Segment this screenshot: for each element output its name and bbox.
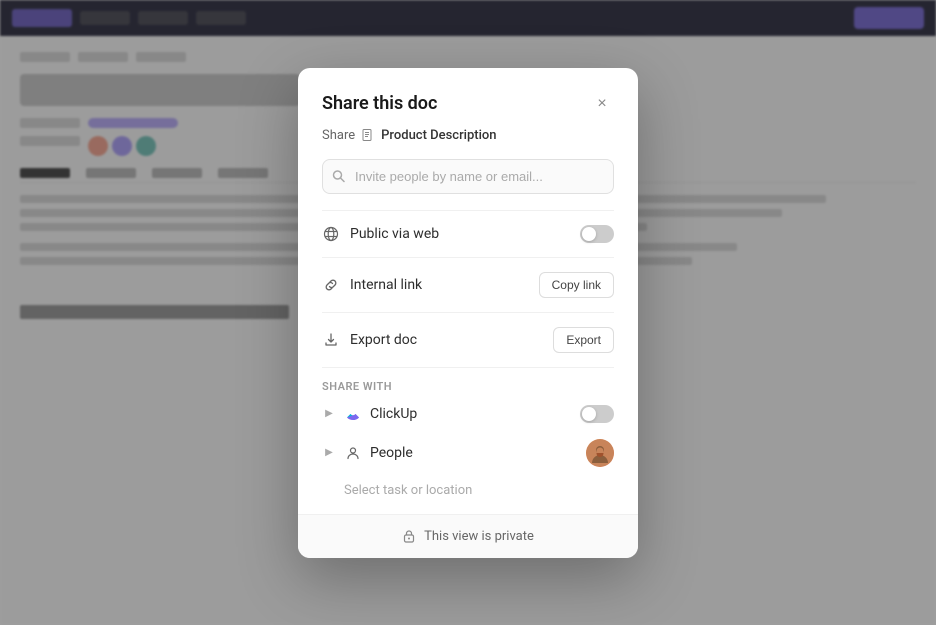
share-prefix: Share [322,128,355,143]
public-via-web-label: Public via web [350,226,570,242]
export-icon [322,331,340,349]
people-icon [344,444,362,462]
people-expand-icon[interactable]: ▶ [322,446,336,460]
doc-icon [361,128,375,142]
people-row: ▶ People [322,431,614,475]
link-icon [322,276,340,294]
clickup-name: ClickUp [370,406,572,422]
people-name: People [370,445,578,461]
clickup-expand-icon[interactable]: ▶ [322,407,336,421]
private-label: This view is private [424,529,534,544]
search-input[interactable] [322,159,614,194]
doc-name: Product Description [381,128,496,143]
select-task-text: Select task or location [344,483,472,498]
export-doc-label: Export doc [350,332,543,348]
clickup-toggle[interactable] [580,405,614,423]
lock-icon [402,529,416,543]
globe-icon [322,225,340,243]
internal-link-label: Internal link [350,277,529,293]
copy-link-button[interactable]: Copy link [539,272,614,298]
share-modal: Share this doc × Share Product Descripti… [298,68,638,558]
share-with-label: SHARE WITH [322,380,614,393]
modal-title: Share this doc [322,93,437,114]
search-container [322,159,614,194]
public-via-web-row: Public via web [322,215,614,253]
clickup-logo-icon [344,405,362,423]
modal-header: Share this doc × [322,92,614,116]
modal-subtitle: Share Product Description [322,128,614,143]
internal-link-row: Internal link Copy link [322,262,614,308]
avatar [586,439,614,467]
select-task-row: Select task or location [322,475,614,506]
export-doc-row: Export doc Export [322,317,614,363]
export-button[interactable]: Export [553,327,614,353]
clickup-row: ▶ ClickUp [322,397,614,431]
close-button[interactable]: × [590,92,614,116]
public-via-web-toggle[interactable] [580,225,614,243]
modal-footer: This view is private [298,514,638,558]
